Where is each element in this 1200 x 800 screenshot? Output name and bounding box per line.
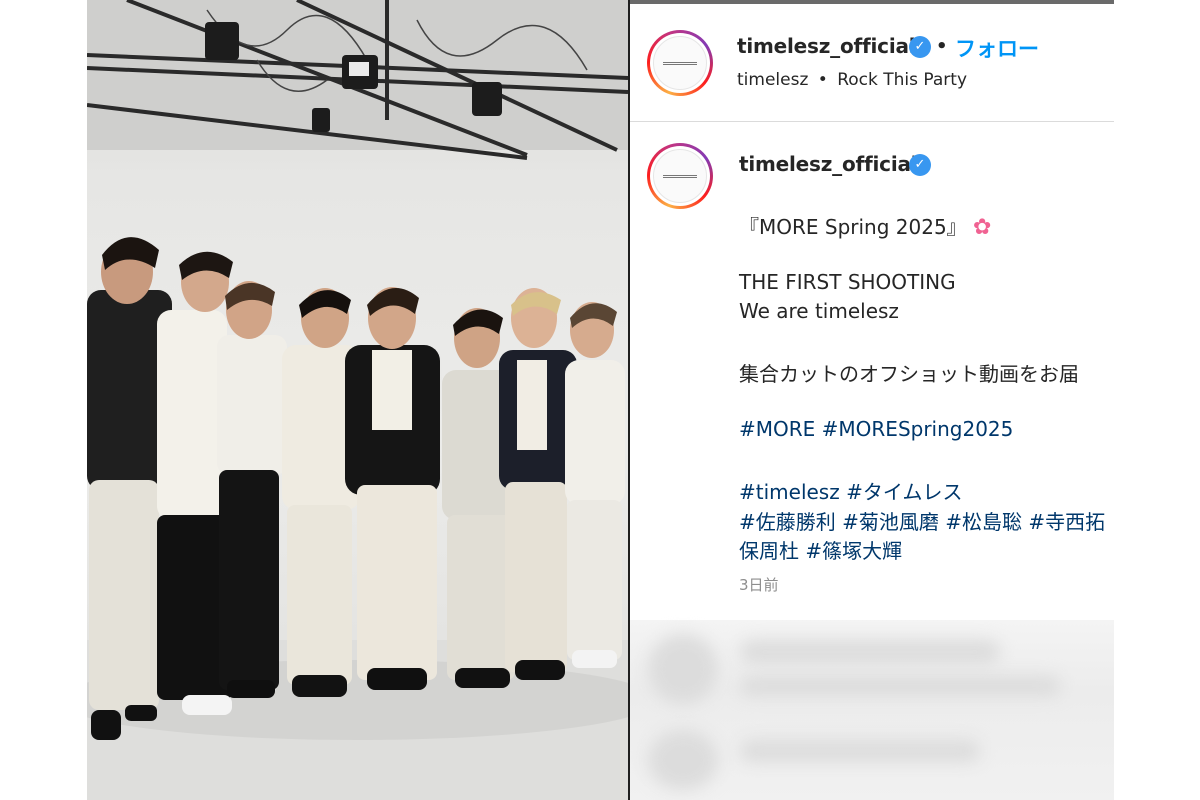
hashtag-link[interactable]: #菊池風磨	[842, 510, 939, 534]
top-edge-bar	[630, 0, 1114, 4]
post-photo[interactable]	[87, 0, 628, 800]
caption-avatar[interactable]	[647, 143, 713, 209]
hashtag-link[interactable]: #MORE	[739, 417, 815, 441]
caption-line-4: 集合カットのオフショット動画をお届	[739, 362, 1079, 386]
hashtag-link[interactable]: 保周杜	[739, 539, 799, 563]
audio-line[interactable]: timelesz • Rock This Party	[737, 70, 967, 90]
audio-artist[interactable]: timelesz	[737, 70, 808, 90]
header-divider	[630, 121, 1114, 122]
audio-separator: •	[817, 70, 828, 90]
hashtag-link[interactable]: #MORESpring2025	[822, 417, 1014, 441]
caption-title-text: 『MORE Spring 2025』	[739, 215, 967, 239]
hashtag-row-1: #MORE #MORESpring2025	[739, 417, 1013, 441]
post-panel: timelesz_official ✓ • フォロー timelesz • Ro…	[630, 0, 1114, 800]
hashtag-link[interactable]: #タイムレス	[846, 480, 962, 504]
hashtag-row-3: #佐藤勝利 #菊池風磨 #松島聡 #寺西拓	[739, 506, 1105, 535]
header-username[interactable]: timelesz_official	[737, 34, 916, 58]
hashtag-row-2: #timelesz #タイムレス	[739, 476, 962, 505]
caption-line-3: We are timelesz	[739, 299, 899, 323]
caption-line-title: 『MORE Spring 2025』 ✿	[739, 211, 991, 240]
page-margin-right	[1114, 0, 1200, 800]
group-photo-image	[87, 0, 628, 800]
header-avatar[interactable]	[647, 30, 713, 96]
follow-button[interactable]: フォロー	[955, 33, 1039, 63]
hashtag-link[interactable]: #篠塚大輝	[805, 539, 902, 563]
hashtag-link[interactable]: #佐藤勝利	[739, 510, 836, 534]
hashtag-link[interactable]: #timelesz	[739, 480, 840, 504]
caption-line-2: THE FIRST SHOOTING	[739, 270, 956, 294]
verified-badge-icon: ✓	[909, 36, 931, 58]
hashtag-link[interactable]: #松島聡	[945, 510, 1022, 534]
caption-username[interactable]: timelesz_official	[739, 152, 918, 176]
hashtag-link[interactable]: #寺西拓	[1028, 510, 1105, 534]
header-separator: •	[936, 36, 948, 57]
blurred-comments-area	[630, 620, 1114, 800]
audio-title[interactable]: Rock This Party	[837, 70, 967, 90]
cherry-blossom-icon: ✿	[973, 215, 992, 240]
hashtag-row-4: 保周杜 #篠塚大輝	[739, 535, 902, 564]
verified-badge-icon: ✓	[909, 154, 931, 176]
post-timestamp[interactable]: 3日前	[739, 574, 779, 595]
